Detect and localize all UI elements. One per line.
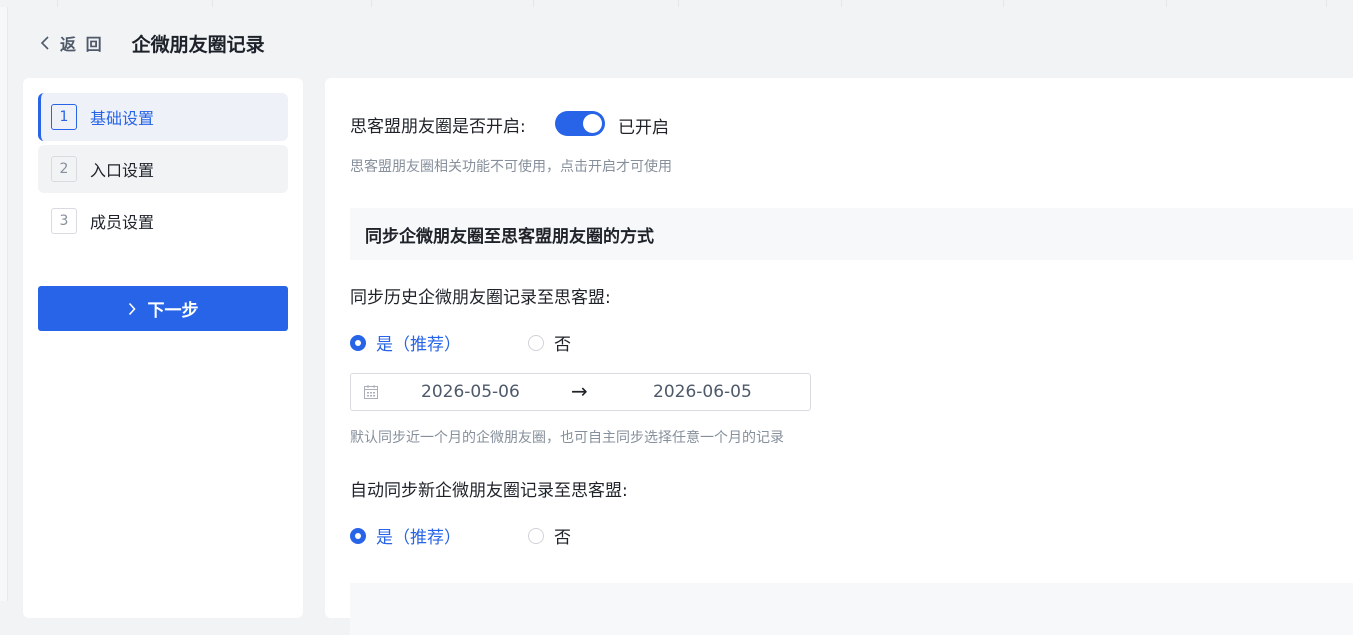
left-edge-divider — [0, 7, 8, 601]
history-sync-yes-radio[interactable]: 是（推荐） — [350, 330, 461, 355]
step-label: 成员设置 — [90, 213, 155, 232]
step-label: 入口设置 — [90, 161, 155, 180]
tab-segment[interactable] — [0, 0, 58, 7]
step-number: 1 — [51, 104, 77, 130]
moments-enable-toggle[interactable] — [555, 111, 605, 136]
step-entry-settings[interactable]: 2 入口设置 — [38, 145, 288, 193]
chevron-right-icon — [128, 302, 136, 315]
radio-dot — [528, 527, 544, 544]
auto-sync-label: 自动同步新企微朋友圈记录至思客盟: — [350, 481, 628, 501]
next-step-label: 下一步 — [147, 301, 199, 321]
tab-segment[interactable] — [1167, 0, 1327, 7]
step-number: 3 — [51, 208, 77, 234]
step-number: 2 — [51, 156, 77, 182]
radio-dot — [350, 527, 366, 544]
next-step-button[interactable]: 下一步 — [38, 286, 288, 331]
tab-segment[interactable] — [1004, 0, 1167, 7]
date-range-picker[interactable]: 2026-05-06 → 2026-06-05 — [350, 373, 811, 411]
page-title: 企微朋友圈记录 — [131, 33, 265, 56]
toggle-state-label: 已开启 — [618, 118, 669, 138]
radio-dot — [528, 334, 544, 351]
step-basic-settings[interactable]: 1 基础设置 — [38, 93, 288, 141]
radio-label: 是（推荐） — [376, 528, 461, 548]
date-end[interactable]: 2026-06-05 — [653, 382, 752, 402]
date-range-arrow: → — [571, 379, 588, 403]
next-section-header — [350, 583, 1353, 635]
radio-label: 否 — [554, 528, 571, 548]
date-start[interactable]: 2026-05-06 — [421, 382, 520, 402]
step-label: 基础设置 — [90, 109, 155, 128]
section-header: 同步企微朋友圈至思客盟朋友圈的方式 — [350, 208, 1353, 260]
moments-enable-label: 思客盟朋友圈是否开启: — [350, 117, 526, 137]
tab-segment[interactable] — [372, 0, 534, 7]
auto-sync-yes-radio[interactable]: 是（推荐） — [350, 523, 461, 548]
history-sync-no-radio[interactable]: 否 — [528, 330, 571, 355]
toggle-knob — [583, 114, 602, 133]
tab-segment[interactable] — [842, 0, 1004, 7]
tab-segment[interactable] — [534, 0, 679, 7]
radio-dot — [350, 334, 366, 351]
settings-form: 思客盟朋友圈是否开启: 已开启 思客盟朋友圈相关功能不可使用，点击开启才可使用 … — [325, 78, 1353, 635]
tab-segment[interactable] — [58, 0, 213, 7]
tab-segment[interactable] — [679, 0, 842, 7]
history-sync-label: 同步历史企微朋友圈记录至思客盟: — [350, 288, 611, 308]
back-button[interactable]: 返 回 — [40, 31, 104, 55]
calendar-icon — [364, 385, 378, 399]
tab-segment[interactable] — [213, 0, 372, 7]
top-tab-strip — [0, 0, 1353, 7]
page-header: 返 回 企微朋友圈记录 — [40, 28, 265, 58]
radio-label: 否 — [554, 335, 571, 355]
chevron-left-icon — [40, 36, 49, 50]
back-label: 返 回 — [60, 35, 104, 54]
radio-label: 是（推荐） — [376, 335, 461, 355]
steps-sidebar: 1 基础设置 2 入口设置 3 成员设置 下一步 — [23, 78, 303, 618]
section-title: 同步企微朋友圈至思客盟朋友圈的方式 — [365, 226, 654, 247]
toggle-hint: 思客盟朋友圈相关功能不可使用，点击开启才可使用 — [350, 159, 672, 175]
auto-sync-no-radio[interactable]: 否 — [528, 523, 571, 548]
history-sync-hint: 默认同步近一个月的企微朋友圈，也可自主同步选择任意一个月的记录 — [350, 430, 784, 446]
step-member-settings[interactable]: 3 成员设置 — [38, 197, 288, 245]
